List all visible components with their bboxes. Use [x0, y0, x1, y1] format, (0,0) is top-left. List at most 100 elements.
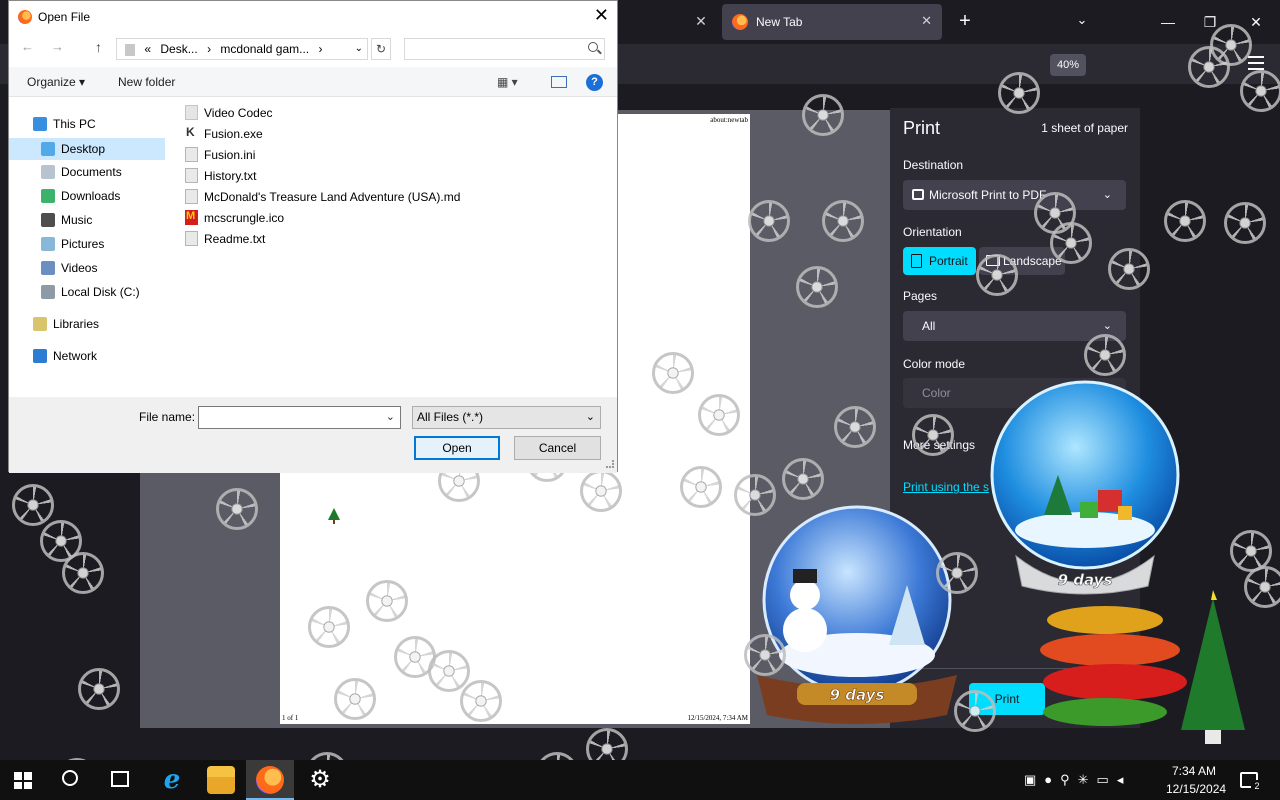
organize-button[interactable]: Organize ▾ — [27, 75, 85, 89]
list-item[interactable]: mcscrungle.ico — [185, 210, 284, 225]
breadcrumb-folder[interactable]: mcdonald gam... — [220, 42, 309, 56]
dialog-titlebar — [9, 1, 617, 33]
close-tab-icon[interactable]: ✕ — [692, 12, 710, 30]
list-item[interactable]: History.txt — [185, 168, 256, 183]
wheel-decoration — [734, 474, 776, 516]
system-tray-icons[interactable]: ▣●⚲✳▭◂ — [1024, 772, 1131, 788]
wheel-decoration — [1164, 200, 1206, 242]
task-view-icon[interactable] — [111, 771, 129, 787]
nav-item-videos[interactable]: Videos — [41, 261, 97, 275]
search-icon — [588, 42, 598, 52]
file-type-value: All Files (*.*) — [417, 410, 484, 424]
clock-date[interactable]: 12/15/2024 — [1166, 782, 1226, 796]
new-folder-button[interactable]: New folder — [118, 75, 175, 89]
wheel-decoration — [580, 470, 622, 512]
clock-time[interactable]: 7:34 AM — [1172, 764, 1216, 778]
wheel-decoration — [308, 606, 350, 648]
computer-icon — [33, 117, 47, 131]
network-icon — [33, 349, 47, 363]
chevron-down-icon[interactable]: ⌄ — [355, 39, 363, 59]
breadcrumb-desktop[interactable]: Desk... — [160, 42, 197, 56]
up-arrow-icon[interactable]: ↑ — [95, 39, 102, 55]
file-name-label: File name: — [139, 410, 196, 424]
help-icon[interactable]: ? — [586, 74, 603, 91]
portrait-button[interactable]: Portrait — [903, 247, 976, 275]
file-type-select[interactable]: All Files (*.*) ⌄ — [412, 406, 601, 429]
nav-item-libraries[interactable]: Libraries — [33, 317, 99, 331]
printer-icon — [912, 189, 924, 200]
nav-item-this-pc[interactable]: This PC — [33, 117, 96, 131]
nav-item-music[interactable]: Music — [41, 213, 92, 227]
breadcrumb-sep: › — [318, 42, 323, 56]
folder-icon — [125, 43, 135, 56]
list-item[interactable]: Fusion.ini — [185, 147, 255, 162]
libraries-icon — [33, 317, 47, 331]
nav-item-pictures[interactable]: Pictures — [41, 237, 104, 251]
wheel-decoration — [802, 94, 844, 136]
tab-new-tab[interactable]: New Tab ✕ — [722, 4, 942, 40]
nav-item-local-disk[interactable]: Local Disk (C:) — [41, 285, 140, 299]
list-item[interactable]: Fusion.exe — [185, 125, 263, 141]
list-item[interactable]: McDonald's Treasure Land Adventure (USA)… — [185, 189, 460, 204]
nav-item-documents[interactable]: Documents — [41, 165, 122, 179]
wheel-decoration — [1084, 334, 1126, 376]
windows-start-icon[interactable] — [14, 772, 32, 789]
view-options-icon[interactable]: ▦ ▾ — [497, 75, 518, 89]
file-explorer-icon[interactable] — [207, 766, 235, 794]
close-window-button[interactable]: ✕ — [1246, 12, 1266, 32]
list-item[interactable]: Readme.txt — [185, 231, 265, 246]
wheel-decoration — [748, 200, 790, 242]
nav-item-label: Network — [53, 349, 98, 363]
destination-select[interactable]: Microsoft Print to PDF ⌄ — [903, 180, 1126, 210]
file-name: History.txt — [204, 168, 257, 183]
zoom-level-badge[interactable]: 40% — [1050, 54, 1086, 76]
preview-pane-icon[interactable] — [551, 76, 567, 88]
nav-item-desktop[interactable]: Desktop — [9, 138, 165, 160]
close-tab-icon[interactable]: ✕ — [921, 13, 932, 29]
wheel-decoration — [652, 352, 694, 394]
firefox-icon[interactable] — [256, 766, 284, 794]
list-item[interactable]: Video Codec — [185, 105, 273, 120]
text-file-icon — [185, 168, 198, 183]
internet-explorer-icon[interactable]: e — [158, 766, 186, 794]
cancel-button[interactable]: Cancel — [514, 436, 601, 460]
drive-icon — [41, 285, 55, 299]
settings-file-icon — [185, 147, 198, 162]
menu-icon[interactable] — [1248, 56, 1264, 70]
pages-label: Pages — [903, 289, 938, 303]
wheel-decoration — [460, 680, 502, 722]
open-file-dialog: Open File ✕ ← → ↑ « Desk... › mcdonald g… — [8, 0, 618, 473]
resize-grip-icon[interactable] — [606, 460, 614, 468]
nav-item-label: Downloads — [61, 189, 121, 203]
christmas-tree-decoration — [1040, 590, 1245, 744]
wheel-decoration — [78, 668, 120, 710]
address-prefix: « — [144, 42, 152, 56]
wheel-decoration — [976, 254, 1018, 296]
address-bar[interactable]: « Desk... › mcdonald gam... › ⌄ — [116, 38, 368, 60]
nav-item-network[interactable]: Network — [33, 349, 97, 363]
close-icon[interactable]: ✕ — [594, 5, 609, 26]
search-input[interactable] — [404, 38, 605, 60]
file-name-field[interactable]: ⌄ — [198, 406, 401, 429]
system-dialog-link[interactable]: Print using the s — [903, 480, 989, 494]
back-arrow-icon[interactable]: ← — [21, 39, 34, 54]
open-button[interactable]: Open — [414, 436, 500, 460]
wheel-decoration — [216, 488, 258, 530]
refresh-button[interactable]: ↻ — [371, 38, 391, 60]
search-icon[interactable] — [62, 770, 78, 786]
desktop-icon — [41, 142, 55, 156]
wheel-decoration — [366, 580, 408, 622]
page-footer-date: 12/15/2024, 7:34 AM — [687, 714, 748, 722]
wheel-decoration — [912, 414, 954, 456]
videos-icon — [41, 261, 55, 275]
color-mode-value: Color — [922, 386, 951, 400]
forward-arrow-icon[interactable]: → — [51, 39, 64, 54]
chevron-down-icon[interactable]: ⌄ — [386, 410, 395, 423]
nav-item-downloads[interactable]: Downloads — [41, 189, 120, 203]
new-tab-button[interactable]: + — [954, 10, 976, 32]
nav-item-label: Documents — [61, 165, 122, 179]
settings-gear-icon[interactable]: ⚙ — [306, 766, 334, 794]
minimize-button[interactable]: — — [1158, 12, 1178, 32]
list-all-tabs-button[interactable]: ⌄ — [1072, 12, 1092, 32]
page-footer-number: 1 of 1 — [282, 714, 299, 722]
